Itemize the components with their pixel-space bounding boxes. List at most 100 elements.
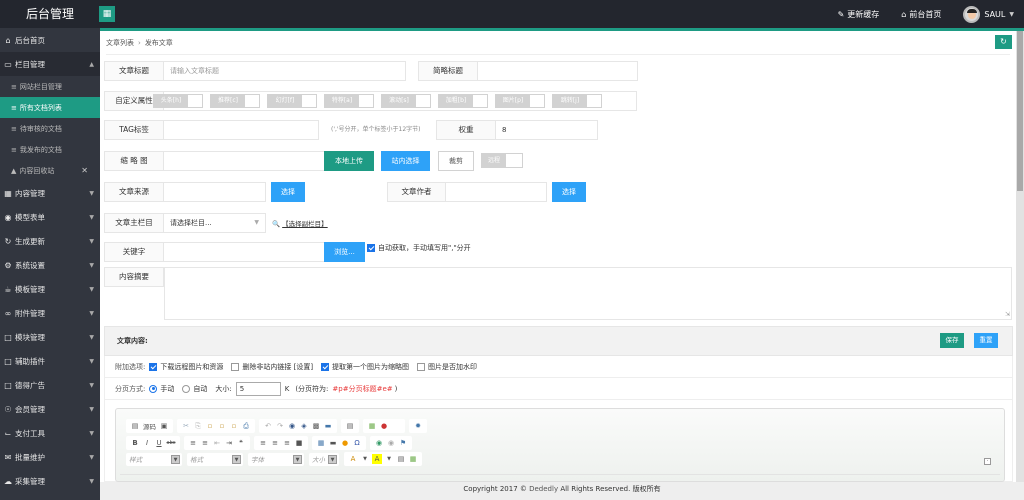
editor-collapse-icon[interactable]: · bbox=[984, 458, 991, 465]
sidebar-item-attachments[interactable]: ∞ 附件管理 ▼ bbox=[0, 301, 100, 325]
summary-textarea[interactable]: ⇲ bbox=[164, 267, 1012, 320]
ordered-list-icon[interactable]: ≡ bbox=[188, 438, 198, 448]
paste-word-icon[interactable]: ▫ bbox=[229, 421, 239, 431]
sidebar-item-columns[interactable]: ▭ 栏目管理 ▲ bbox=[0, 52, 100, 76]
attr-switch-bold[interactable]: 加粗[b] bbox=[438, 94, 488, 108]
flash-icon[interactable]: ● bbox=[379, 421, 389, 431]
checkbox[interactable] bbox=[321, 362, 330, 371]
maximize-icon[interactable]: ✹ bbox=[413, 421, 423, 431]
radio[interactable] bbox=[182, 384, 191, 393]
style-combo[interactable]: 样式 ▼ bbox=[126, 452, 182, 466]
frontend-home-link[interactable]: ⌂ 前台首页 bbox=[901, 9, 941, 20]
keyword-input[interactable] bbox=[163, 242, 325, 262]
paging-auto-option[interactable]: 自动 bbox=[182, 384, 207, 394]
sidebar-item-generate[interactable]: ↻ 生成更新 ▼ bbox=[0, 229, 100, 253]
checkbox[interactable] bbox=[231, 362, 240, 371]
paste-text-icon[interactable]: ▫ bbox=[217, 421, 227, 431]
sidebar-subitem-pending-docs[interactable]: ≡ 待审核的文档 bbox=[0, 118, 100, 139]
text-color-icon[interactable]: A bbox=[348, 454, 358, 464]
sidebar-subitem-site-columns[interactable]: ≡ 网站栏目管理 bbox=[0, 76, 100, 97]
title-input[interactable]: 请输入文章标题 bbox=[163, 61, 406, 81]
indent-icon[interactable]: ⇥ bbox=[224, 438, 234, 448]
attr-switch-headline[interactable]: 头条[h] bbox=[153, 94, 203, 108]
auto-keyword-checkbox[interactable] bbox=[367, 244, 375, 252]
site-select-button[interactable]: 站内选择 bbox=[381, 151, 430, 171]
find-icon[interactable]: ◉ bbox=[287, 421, 297, 431]
unlink-icon[interactable]: ◉ bbox=[386, 438, 396, 448]
bold-icon[interactable]: B bbox=[130, 438, 140, 448]
option-download-remote[interactable]: 下载远程图片和资源 bbox=[149, 362, 223, 372]
attr-switch-slide[interactable]: 幻灯[f] bbox=[267, 94, 317, 108]
sidebar-subitem-my-docs[interactable]: ≡ 我发布的文档 bbox=[0, 139, 100, 160]
sidebar-subitem-recycle-bin[interactable]: ▲ 内容回收站 ✕ bbox=[0, 160, 100, 181]
sidebar-item-plugins[interactable]: □ 辅助插件 ▼ bbox=[0, 349, 100, 373]
undo-icon[interactable]: ↶ bbox=[263, 421, 273, 431]
outdent-icon[interactable]: ⇤ bbox=[212, 438, 222, 448]
sidebar-item-home[interactable]: ⌂ 后台首页 bbox=[0, 28, 100, 52]
horizontal-rule-icon[interactable]: ▬ bbox=[328, 438, 338, 448]
document-icon[interactable]: ▣ bbox=[159, 421, 169, 431]
paging-manual-option[interactable]: 手动 bbox=[149, 384, 174, 394]
breadcrumb-parent[interactable]: 文章列表 bbox=[106, 39, 134, 47]
redo-icon[interactable]: ↷ bbox=[275, 421, 285, 431]
format-combo[interactable]: 格式 ▼ bbox=[187, 452, 243, 466]
crop-button[interactable]: 裁剪 bbox=[438, 151, 474, 171]
table-icon[interactable]: ▦ bbox=[316, 438, 326, 448]
underline-icon[interactable]: U bbox=[154, 438, 164, 448]
special-char-icon[interactable]: Ω bbox=[352, 438, 362, 448]
save-button[interactable]: 保存 bbox=[940, 333, 964, 348]
link-icon[interactable]: ◉ bbox=[374, 438, 384, 448]
source-input[interactable] bbox=[163, 182, 266, 202]
source-select-button[interactable]: 选择 bbox=[271, 182, 305, 202]
checkbox[interactable] bbox=[149, 362, 158, 371]
sidebar-item-batch[interactable]: ✉ 批量维护 ▼ bbox=[0, 445, 100, 469]
bg-color-icon[interactable]: A bbox=[372, 454, 382, 464]
attr-switch-recommend[interactable]: 推荐[c] bbox=[210, 94, 260, 108]
radio[interactable] bbox=[149, 384, 158, 393]
sidebar-item-payment[interactable]: ⌙ 支付工具 ▼ bbox=[0, 421, 100, 445]
paste-icon[interactable]: ▫ bbox=[205, 421, 215, 431]
option-remove-external-links[interactable]: 删除非站内链接 [设置] bbox=[231, 362, 313, 372]
author-select-button[interactable]: 选择 bbox=[552, 182, 586, 202]
smiley-icon[interactable]: ● bbox=[340, 438, 350, 448]
replace-icon[interactable]: ◈ bbox=[299, 421, 309, 431]
blockquote-icon[interactable]: ❝ bbox=[236, 438, 246, 448]
italic-icon[interactable]: I bbox=[142, 438, 152, 448]
align-right-icon[interactable]: ≡ bbox=[282, 438, 292, 448]
align-center-icon[interactable]: ≡ bbox=[270, 438, 280, 448]
remove-format-icon[interactable]: ▬ bbox=[323, 421, 333, 431]
sidebar-item-model-forms[interactable]: ◉ 模型表单 ▼ bbox=[0, 205, 100, 229]
page-scrollbar[interactable] bbox=[1016, 31, 1024, 482]
resize-grip-icon[interactable]: ⇲ bbox=[1005, 311, 1010, 318]
sidebar-item-content[interactable]: ▦ 内容管理 ▼ bbox=[0, 181, 100, 205]
scrollbar-thumb[interactable] bbox=[1017, 31, 1023, 191]
local-upload-button[interactable]: 本地上传 bbox=[324, 151, 374, 171]
copy-icon[interactable]: ⎘ bbox=[193, 421, 203, 431]
option-first-image-thumb[interactable]: 提取第一个图片为缩略图 bbox=[321, 362, 409, 372]
thumb-input[interactable] bbox=[163, 151, 325, 171]
multi-image-icon[interactable]: ▤ bbox=[396, 454, 406, 464]
print-icon[interactable]: ⎙ bbox=[241, 421, 251, 431]
sidebar-item-settings[interactable]: ⚙ 系统设置 ▼ bbox=[0, 253, 100, 277]
tag-input[interactable] bbox=[163, 120, 319, 140]
menu-toggle-button[interactable]: ▦ bbox=[99, 6, 115, 22]
image-icon[interactable]: ▦ bbox=[367, 421, 377, 431]
sidebar-item-ads[interactable]: □ 德得广告 ▼ bbox=[0, 373, 100, 397]
auto-keyword-option[interactable]: 自动获取，手动填写用","分开 bbox=[367, 243, 471, 253]
select-all-icon[interactable]: ▩ bbox=[311, 421, 321, 431]
anchor-flag-icon[interactable]: ⚑ bbox=[398, 438, 408, 448]
pagebreak-icon[interactable]: ▦ bbox=[408, 454, 418, 464]
source-button[interactable]: 源码 bbox=[143, 421, 156, 431]
reset-button[interactable]: 重置 bbox=[974, 333, 998, 348]
attr-switch-special[interactable]: 特荐[a] bbox=[324, 94, 374, 108]
font-combo[interactable]: 字体 ▼ bbox=[248, 452, 304, 466]
weight-input[interactable]: 8 bbox=[495, 120, 598, 140]
sidebar-subitem-all-docs[interactable]: ≡ 所有文档列表 bbox=[0, 97, 100, 118]
short-title-input[interactable] bbox=[477, 61, 638, 81]
close-icon[interactable]: ✕ bbox=[81, 166, 88, 175]
sidebar-item-templates[interactable]: ☕ 模板管理 ▼ bbox=[0, 277, 100, 301]
size-input[interactable]: 5 bbox=[235, 381, 281, 396]
attr-switch-jump[interactable]: 跳转[j] bbox=[552, 94, 602, 108]
option-watermark[interactable]: 图片是否加水印 bbox=[417, 362, 477, 372]
refresh-button[interactable]: ↻ bbox=[995, 35, 1012, 49]
